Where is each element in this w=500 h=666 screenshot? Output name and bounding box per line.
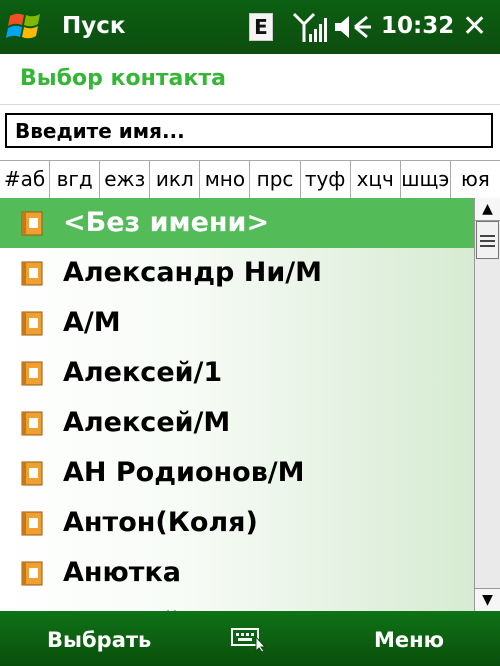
contact-card-icon xyxy=(21,461,43,486)
contact-name: А/М xyxy=(63,307,121,338)
list-item[interactable]: Александр Ни/М xyxy=(0,248,474,298)
signal-strength-icon[interactable] xyxy=(292,12,328,44)
title-divider xyxy=(0,104,500,105)
tab-letters-3[interactable]: ежз xyxy=(100,161,151,198)
tab-letters-2[interactable]: вгд xyxy=(50,161,101,198)
list-item[interactable]: А/М xyxy=(0,298,474,348)
tab-letters-6[interactable]: прс xyxy=(250,161,301,198)
close-button[interactable]: ✕ xyxy=(462,9,487,44)
list-item[interactable]: Антон(Коля) xyxy=(0,498,474,548)
volume-icon[interactable] xyxy=(333,13,373,41)
start-menu-label[interactable]: Пуск xyxy=(62,13,126,39)
scroll-thumb[interactable] xyxy=(476,221,499,259)
list-item[interactable]: АН Родионов/М xyxy=(0,448,474,498)
search-box[interactable] xyxy=(5,113,493,148)
alphabet-tabs: #аб вгд ежз икл мно прс туф хцч шщэ юя xyxy=(0,160,500,199)
tab-letters-7[interactable]: туф xyxy=(301,161,351,198)
contact-name: Александр Ни/М xyxy=(63,257,322,288)
contact-name: Алексей/М xyxy=(63,407,231,438)
contact-card-icon xyxy=(21,261,43,286)
contact-card-icon xyxy=(21,211,43,236)
contact-name: АН Родионов/М xyxy=(63,457,305,488)
windows-flag-icon[interactable] xyxy=(6,8,46,46)
edge-network-icon[interactable]: E xyxy=(249,13,273,41)
scroll-up-arrow-icon[interactable]: ▲ xyxy=(475,198,500,221)
contact-card-icon xyxy=(21,411,43,436)
select-softkey[interactable]: Выбрать xyxy=(47,628,151,652)
status-bar: Пуск E 10:32 ✕ xyxy=(0,0,500,54)
contact-card-icon xyxy=(21,561,43,586)
contact-name: Анютка xyxy=(63,557,181,588)
softkey-bar: Выбрать Меню xyxy=(0,611,500,666)
contact-name: Андрей/М xyxy=(63,598,218,611)
scroll-down-arrow-icon[interactable]: ▼ xyxy=(475,588,500,611)
clock[interactable]: 10:32 xyxy=(381,13,454,39)
page-title: Выбор контакта xyxy=(20,66,226,91)
tab-letters-4[interactable]: икл xyxy=(150,161,201,198)
list-scrollbar[interactable]: ▲ ▼ xyxy=(474,198,500,611)
keyboard-input-icon[interactable] xyxy=(230,623,268,653)
contact-card-icon xyxy=(21,311,43,336)
contact-name: <Без имени> xyxy=(63,207,270,238)
contact-card-icon xyxy=(21,361,43,386)
list-item[interactable]: Андрей/М xyxy=(0,598,474,611)
contact-card-icon xyxy=(21,511,43,536)
tab-letters-1[interactable]: #аб xyxy=(0,161,51,198)
contact-name: Алексей/1 xyxy=(63,357,223,388)
list-item[interactable]: Алексей/М xyxy=(0,398,474,448)
menu-softkey[interactable]: Меню xyxy=(374,628,444,652)
contact-list: <Без имени> Александр Ни/М А/М Алексей/1 xyxy=(0,198,474,611)
list-item[interactable]: Анютка xyxy=(0,548,474,598)
tab-letters-8[interactable]: хцч xyxy=(351,161,401,198)
tab-letters-9[interactable]: шщэ xyxy=(401,161,451,198)
list-item[interactable]: <Без имени> xyxy=(0,198,474,248)
tab-letters-5[interactable]: мно xyxy=(200,161,251,198)
tab-letters-10[interactable]: юя xyxy=(451,161,500,198)
name-search-input[interactable] xyxy=(7,115,491,146)
list-item[interactable]: Алексей/1 xyxy=(0,348,474,398)
contact-name: Антон(Коля) xyxy=(63,507,258,538)
